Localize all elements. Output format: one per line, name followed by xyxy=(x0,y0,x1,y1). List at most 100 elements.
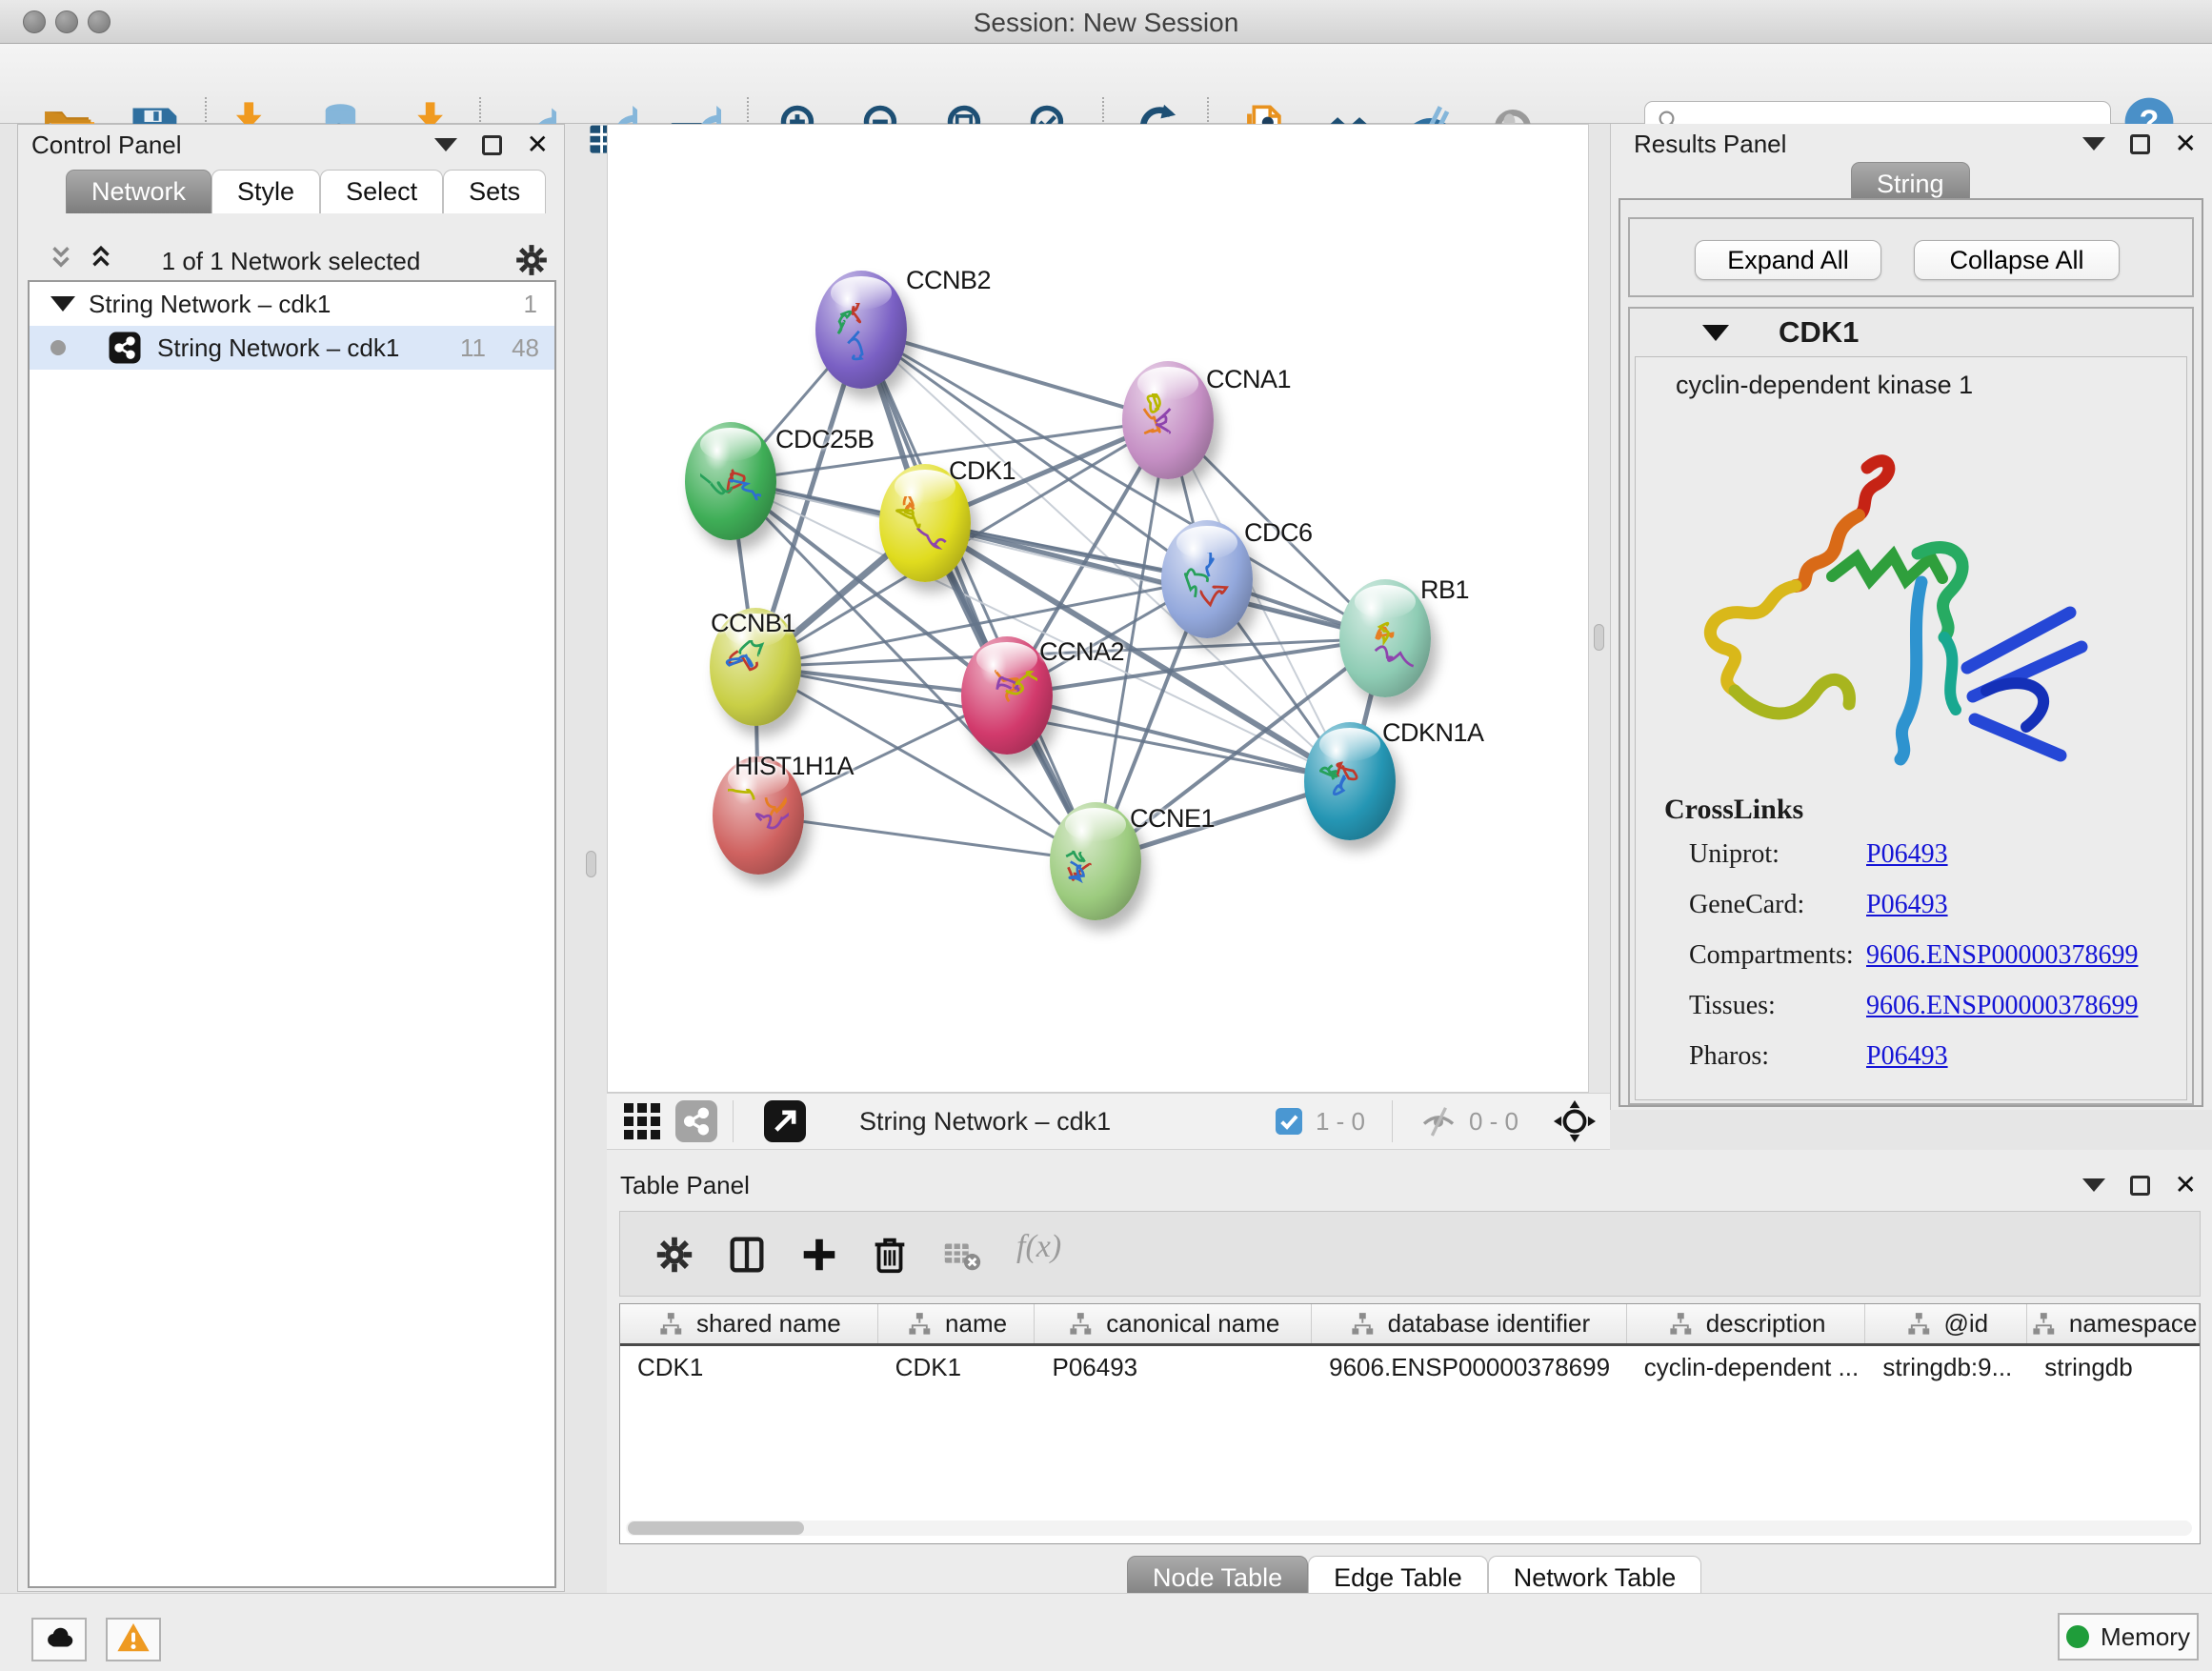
results-panel: Results Panel ✕ String Expand All Collap… xyxy=(1610,124,2212,1110)
window-title: Session: New Session xyxy=(0,8,2212,38)
memory-button[interactable]: Memory xyxy=(2058,1613,2199,1661)
edge-count: 48 xyxy=(512,333,539,363)
panel-menu-icon[interactable] xyxy=(434,138,457,151)
close-panel-icon[interactable]: ✕ xyxy=(2175,1175,2197,1196)
edge-CCNB2-CCNA1[interactable] xyxy=(861,330,1168,420)
column-header-namespace[interactable]: namespace xyxy=(2027,1304,2200,1343)
table-row[interactable]: CDK1CDK1P064939606.ENSP00000378699cyclin… xyxy=(620,1346,2200,1388)
hidden-eye-slash-icon[interactable] xyxy=(1419,1102,1458,1140)
network-options-gear-icon[interactable] xyxy=(513,241,551,279)
scrollbar-thumb[interactable] xyxy=(628,1521,804,1535)
protein-structure-thumbnail xyxy=(1137,393,1198,454)
right-splitter-handle[interactable] xyxy=(1594,624,1604,651)
node-count: 11 xyxy=(460,333,486,363)
grid-view-icon[interactable] xyxy=(624,1103,660,1139)
delete-column-icon[interactable] xyxy=(868,1233,912,1277)
column-header-database-identifier[interactable]: database identifier xyxy=(1312,1304,1627,1343)
node-label-CCNA2: CCNA2 xyxy=(1039,637,1124,667)
close-panel-icon[interactable]: ✕ xyxy=(527,134,549,155)
float-panel-icon[interactable] xyxy=(2130,134,2150,154)
protein-structure-thumbnail xyxy=(895,496,955,557)
close-panel-icon[interactable]: ✕ xyxy=(2175,133,2197,154)
network-view-toolbar: String Network – cdk1 1 - 0 0 - 0 xyxy=(607,1093,1610,1150)
node-CDC25B[interactable] xyxy=(685,422,776,540)
network-view-canvas[interactable]: CCNB2CCNA1CDC25BCDK1CDC6RB1CCNB1CCNA2CDK… xyxy=(607,124,1589,1093)
protein-structure-image xyxy=(1672,441,2148,784)
node-label-CDC25B: CDC25B xyxy=(775,425,875,454)
node-CCNB2[interactable] xyxy=(815,271,907,389)
float-panel-icon[interactable] xyxy=(482,135,502,155)
network-row[interactable]: String Network – cdk1 11 48 xyxy=(30,326,554,370)
node-label-CDC6: CDC6 xyxy=(1244,518,1313,548)
crosslink-row: Pharos:P06493 xyxy=(1664,1041,2138,1072)
crosslink-link[interactable]: P06493 xyxy=(1866,1041,1948,1072)
cloud-button[interactable] xyxy=(31,1618,87,1661)
table-cell: CDK1 xyxy=(620,1346,878,1388)
protein-details: cyclin-dependent kinase 1 xyxy=(1635,356,2187,1100)
collapse-triangle-icon[interactable] xyxy=(1702,325,1729,341)
tab-style[interactable]: Style xyxy=(211,170,320,213)
node-label-CCNB2: CCNB2 xyxy=(906,266,991,295)
tab-network[interactable]: Network xyxy=(66,170,211,213)
column-tree-icon xyxy=(1904,1310,1933,1339)
node-RB1[interactable] xyxy=(1339,579,1431,697)
titlebar: Session: New Session xyxy=(0,0,2212,44)
selected-checkbox-icon[interactable] xyxy=(1274,1106,1304,1137)
column-header-shared-name[interactable]: shared name xyxy=(620,1304,878,1343)
warning-button[interactable] xyxy=(106,1618,161,1661)
column-header-name[interactable]: name xyxy=(878,1304,1036,1343)
node-CDC6[interactable] xyxy=(1161,520,1253,638)
protein-section-header[interactable]: CDK1 xyxy=(1630,309,2192,356)
crosslink-link[interactable]: P06493 xyxy=(1866,839,1948,870)
protein-structure-thumbnail xyxy=(1176,553,1237,614)
node-table: shared namenamecanonical namedatabase id… xyxy=(619,1303,2201,1544)
external-link-icon[interactable] xyxy=(764,1100,806,1142)
show-columns-icon[interactable] xyxy=(725,1233,769,1277)
collapse-all-button[interactable]: Collapse All xyxy=(1914,240,2120,280)
column-header-canonical-name[interactable]: canonical name xyxy=(1035,1304,1312,1343)
column-tree-icon xyxy=(905,1310,934,1339)
protein-structure-thumbnail xyxy=(725,640,786,701)
edge-HIST1H1A-CCNE1[interactable] xyxy=(758,815,1096,861)
protein-structure-thumbnail xyxy=(976,669,1037,730)
memory-status-dot xyxy=(2066,1625,2089,1648)
crosslink-row: Uniprot:P06493 xyxy=(1664,839,2138,870)
birdseye-crosshair-icon[interactable] xyxy=(1553,1099,1597,1143)
string-network-icon xyxy=(108,331,142,365)
node-label-HIST1H1A: HIST1H1A xyxy=(734,752,854,781)
crosslink-link[interactable]: 9606.ENSP00000378699 xyxy=(1866,940,2138,971)
protein-description: cyclin-dependent kinase 1 xyxy=(1676,371,2186,400)
tab-select[interactable]: Select xyxy=(320,170,443,213)
crosslink-link[interactable]: 9606.ENSP00000378699 xyxy=(1866,991,2138,1021)
column-tree-icon xyxy=(1666,1310,1695,1339)
table-toolbar: f(x) xyxy=(619,1211,2201,1297)
network-selected-status: 1 of 1 Network selected xyxy=(18,247,564,276)
column-header-description[interactable]: description xyxy=(1627,1304,1866,1343)
column-tree-icon xyxy=(1066,1310,1095,1339)
protein-name: CDK1 xyxy=(1779,315,1859,350)
create-column-icon[interactable] xyxy=(797,1233,841,1277)
expand-all-button[interactable]: Expand All xyxy=(1695,240,1881,280)
tab-sets[interactable]: Sets xyxy=(443,170,546,213)
edge-CCNB2-CCNE1[interactable] xyxy=(861,330,1096,861)
hidden-node-edge-counts: 0 - 0 xyxy=(1469,1107,1518,1137)
panel-menu-icon[interactable] xyxy=(2082,137,2105,151)
crosslink-row: Tissues:9606.ENSP00000378699 xyxy=(1664,991,2138,1021)
float-panel-icon[interactable] xyxy=(2130,1176,2150,1196)
column-header-id[interactable]: @id xyxy=(1865,1304,2027,1343)
network-collection-row[interactable]: String Network – cdk1 1 xyxy=(30,282,554,326)
collapse-triangle-icon[interactable] xyxy=(50,296,75,312)
protein-section: CDK1 cyclin-dependent kinase 1 xyxy=(1628,307,2194,1105)
table-cell: stringdb:9... xyxy=(1865,1346,2027,1388)
node-CCNE1[interactable] xyxy=(1050,802,1141,920)
node-CCNA1[interactable] xyxy=(1122,361,1214,479)
crosslink-link[interactable]: P06493 xyxy=(1866,890,1948,920)
crosslink-label: Compartments: xyxy=(1664,940,1866,971)
memory-label: Memory xyxy=(2101,1622,2190,1652)
table-cell: CDK1 xyxy=(878,1346,1036,1388)
share-network-icon[interactable] xyxy=(675,1100,717,1142)
node-table-header: shared namenamecanonical namedatabase id… xyxy=(620,1304,2200,1346)
table-settings-gear-icon[interactable] xyxy=(653,1233,696,1277)
left-splitter-handle[interactable] xyxy=(586,851,596,877)
panel-menu-icon[interactable] xyxy=(2082,1178,2105,1192)
